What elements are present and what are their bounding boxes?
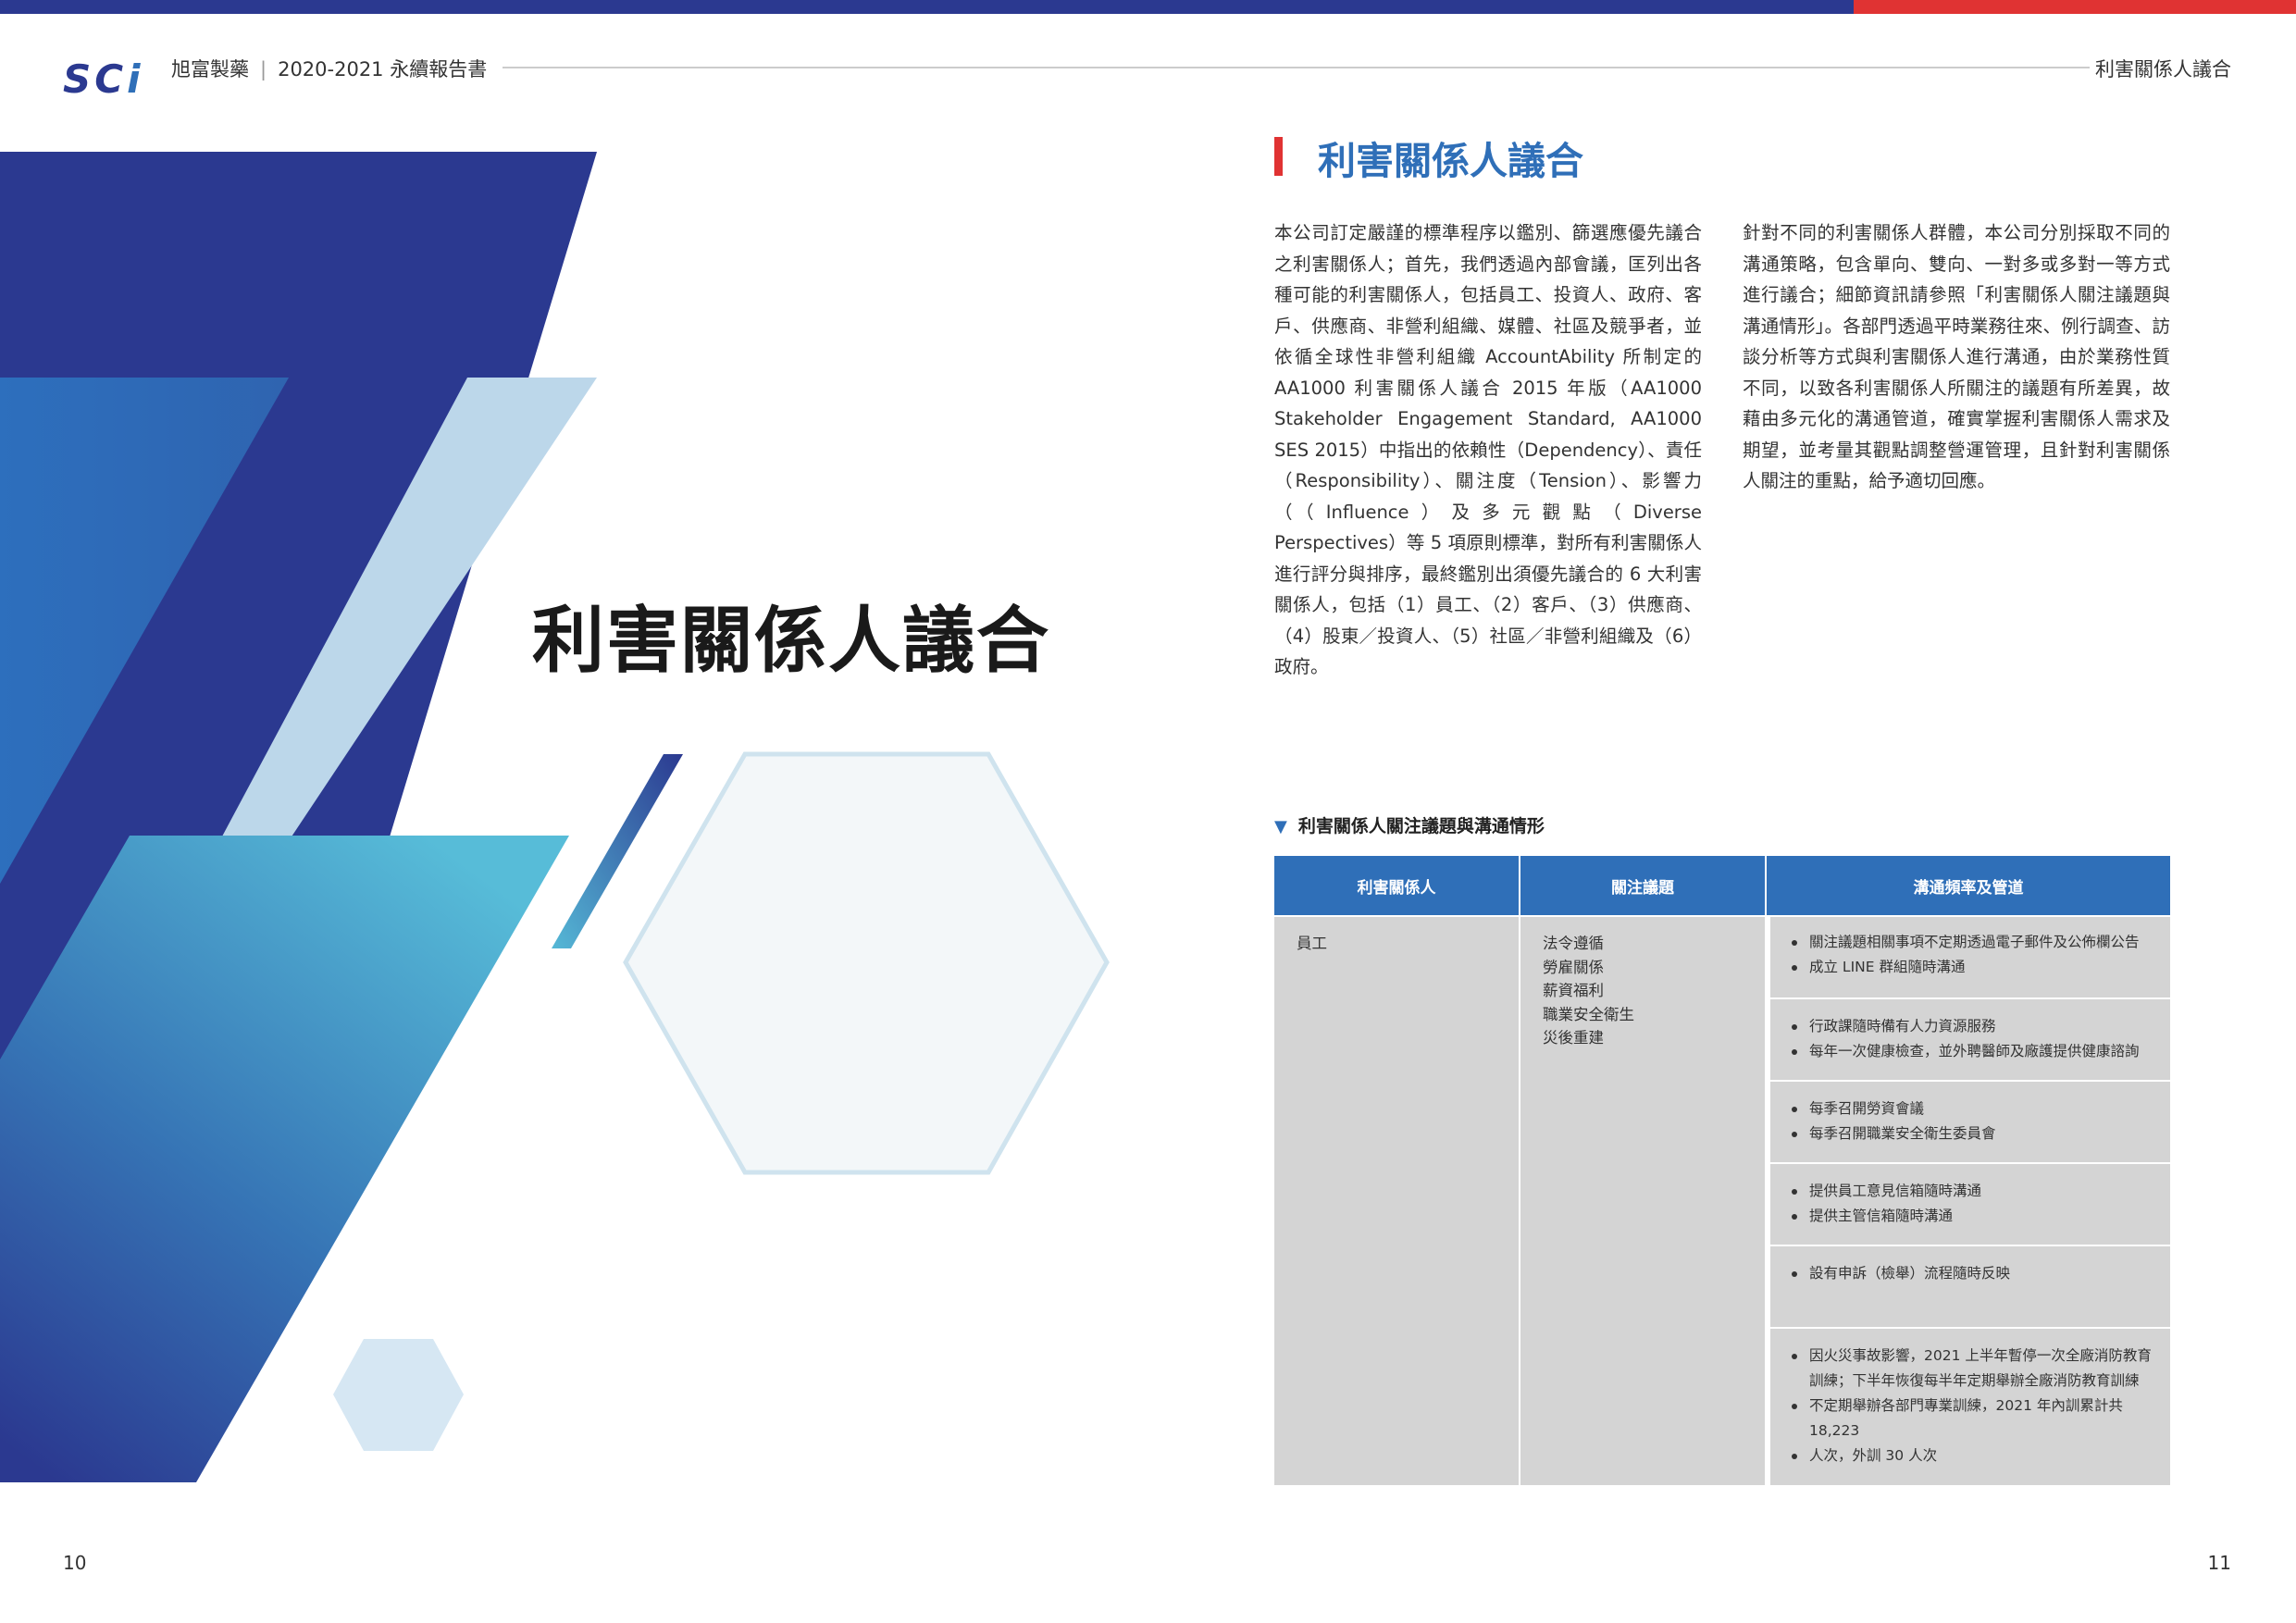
section-title: 利害關係人議合 (1318, 139, 1583, 183)
header-section-name: 利害關係人議合 (2095, 58, 2231, 81)
stakeholder-name: 員工 (1297, 935, 1327, 952)
channel-group-2: 行政課隨時備有人力資源服務 每年一次健康檢查，並外聘醫師及廠護提供健康諮詢 (1770, 999, 2170, 1080)
table-caption-text: 利害關係人關注議題與溝通情形 (1297, 816, 1545, 836)
channel-group-5: 設有申訴（檢舉）流程隨時反映 (1770, 1246, 2170, 1327)
intro-paragraph-1: 本公司訂定嚴謹的標準程序以鑑別、篩選應優先議合之利害關係人；首先，我們透過內部會… (1274, 222, 1702, 677)
stakeholder-table: 利害關係人 關注議題 溝通頻率及管道 員工 法令遵循 勞雇關係 薪資福利 職業安… (1274, 856, 2170, 1485)
gradient-parallelogram (0, 836, 569, 1482)
section-title-marker (1274, 137, 1283, 176)
top-accent-bar-red (1854, 0, 2296, 14)
stakeholder-cell: 員工 (1274, 917, 1519, 1485)
intro-paragraph-2: 針對不同的利害關係人群體，本公司分別採取不同的溝通策略，包含單向、雙向、一對多或… (1743, 222, 2170, 491)
issue-item: 災後重建 (1543, 1029, 1604, 1047)
cover-decoration (0, 152, 1110, 1482)
issues-list: 法令遵循 勞雇關係 薪資福利 職業安全衛生 災後重建 (1543, 932, 1634, 1050)
issues-cell: 法令遵循 勞雇關係 薪資福利 職業安全衛生 災後重建 (1520, 917, 1765, 1485)
channel-item: 每年一次健康檢查，並外聘醫師及廠護提供健康諮詢 (1792, 1039, 2153, 1064)
channel-group-3: 每季召開勞資會議 每季召開職業安全衛生委員會 (1770, 1082, 2170, 1162)
cover-title: 利害關係人議合 (532, 600, 1051, 683)
channel-item: 每季召開勞資會議 (1792, 1096, 2153, 1121)
page-number-left: 10 (63, 1552, 87, 1574)
issue-item: 勞雇關係 (1543, 958, 1604, 976)
small-hexagon (333, 1339, 464, 1451)
issue-item: 職業安全衛生 (1543, 1005, 1634, 1023)
channel-item: 關注議題相關事項不定期透過電子郵件及公佈欄公告 (1792, 930, 2153, 955)
channel-group-4: 提供員工意見信箱隨時溝通 提供主管信箱隨時溝通 (1770, 1164, 2170, 1245)
channel-item: 行政課隨時備有人力資源服務 (1792, 1014, 2153, 1039)
table-caption: ▼ 利害關係人關注議題與溝通情形 (1274, 812, 1545, 837)
channel-item: 每季召開職業安全衛生委員會 (1792, 1121, 2153, 1146)
channel-item: 提供主管信箱隨時溝通 (1792, 1204, 2153, 1229)
large-hexagon (623, 751, 1110, 1175)
channel-item: 因火災事故影響，2021 上半年暫停一次全廠消防教育訓練；下半年恢復每半年定期舉… (1792, 1344, 2153, 1394)
channel-item: 不定期舉辦各部門專業訓練，2021 年內訓累計共 18,223 (1792, 1394, 2153, 1443)
channel-item: 設有申訴（檢舉）流程隨時反映 (1792, 1261, 2153, 1286)
channel-group-6: 因火災事故影響，2021 上半年暫停一次全廠消防教育訓練；下半年恢復每半年定期舉… (1770, 1329, 2170, 1485)
table-header-stakeholder: 利害關係人 (1274, 856, 1519, 915)
page-number-right: 11 (2207, 1552, 2231, 1574)
table-header-channels: 溝通頻率及管道 (1767, 856, 2170, 915)
issue-item: 法令遵循 (1543, 935, 1604, 952)
channel-item: 成立 LINE 群組隨時溝通 (1792, 955, 2153, 980)
triangle-down-icon: ▼ (1274, 817, 1287, 836)
issue-item: 薪資福利 (1543, 982, 1604, 999)
channel-item: 人次，外訓 30 人次 (1792, 1443, 2153, 1468)
channel-group-1: 關注議題相關事項不定期透過電子郵件及公佈欄公告 成立 LINE 群組隨時溝通 (1770, 917, 2170, 997)
channel-item: 提供員工意見信箱隨時溝通 (1792, 1179, 2153, 1204)
table-header-issues: 關注議題 (1520, 856, 1765, 915)
